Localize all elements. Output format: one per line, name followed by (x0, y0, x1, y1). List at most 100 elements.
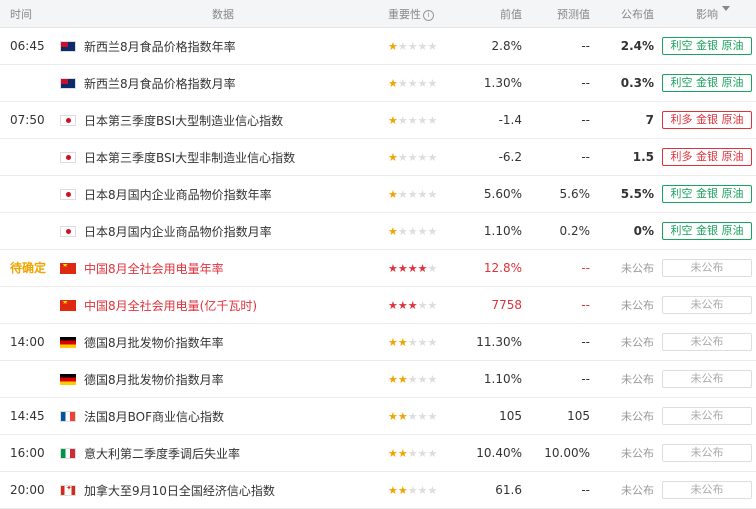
effect-cell: 利多 金银 原油 (654, 111, 756, 129)
indicator-name[interactable]: 日本8月国内企业商品物价指数月率 (84, 223, 272, 240)
actual-value: 0% (633, 224, 654, 238)
data-cell[interactable]: 加拿大至9月10日全国经济信心指数 (58, 482, 388, 499)
table-row[interactable]: 日本8月国内企业商品物价指数年率 ★★★★★ 5.60% 5.6% 5.5% 利空 金银 … (0, 176, 756, 213)
data-cell[interactable]: 意大利第二季度季调后失业率 (58, 445, 388, 462)
importance-stars-icon: ★★★★★ (388, 299, 438, 312)
forecast-value: -- (581, 150, 590, 164)
effect-badge: 未公布 (662, 481, 752, 499)
flag-de-icon (60, 373, 76, 385)
time-label: 16:00 (10, 445, 45, 460)
data-cell[interactable]: 中国8月全社会用电量年率 (58, 260, 388, 277)
importance-cell: ★★★★★ (388, 187, 458, 201)
table-row[interactable]: 德国8月批发物价指数月率 ★★★★★ 1.10% -- 未公布 未公布 (0, 361, 756, 398)
indicator-name[interactable]: 日本第三季度BSI大型制造业信心指数 (84, 112, 283, 129)
data-cell[interactable]: 日本第三季度BSI大型非制造业信心指数 (58, 149, 388, 166)
effect-cell: 未公布 (654, 481, 756, 499)
indicator-name[interactable]: 德国8月批发物价指数年率 (84, 334, 224, 351)
header-data: 数据 (58, 6, 388, 22)
flag-cn-icon (60, 262, 76, 274)
effect-cell: 未公布 (654, 444, 756, 462)
forecast-value: -- (581, 113, 590, 127)
effect-cell: 未公布 (654, 370, 756, 388)
effect-cell: 利空 金银 原油 (654, 74, 756, 92)
flag-ca-icon (60, 484, 76, 496)
table-row[interactable]: 14:00 德国8月批发物价指数年率 ★★★★★ 11.30% -- 未公布 未公布 (0, 324, 756, 361)
header-effect-label: 影响 (696, 7, 718, 21)
table-row[interactable]: 日本8月国内企业商品物价指数月率 ★★★★★ 1.10% 0.2% 0% 利空 金银 原油 (0, 213, 756, 250)
importance-stars-icon: ★★★★★ (388, 114, 438, 127)
table-row[interactable]: 06:45 新西兰8月食品价格指数年率 ★★★★★ 2.8% -- 2.4% 利空 金银 原… (0, 28, 756, 65)
prev-value: 1.30% (483, 76, 522, 90)
prev-value: 11.30% (476, 335, 522, 349)
importance-stars-icon: ★★★★★ (388, 373, 438, 386)
importance-stars-icon: ★★★★★ (388, 151, 438, 164)
data-cell[interactable]: 新西兰8月食品价格指数月率 (58, 75, 388, 92)
effect-cell: 未公布 (654, 296, 756, 314)
importance-stars-icon: ★★★★★ (388, 40, 438, 53)
effect-cell: 利多 金银 原油 (654, 148, 756, 166)
prev-value: 7758 (491, 298, 522, 312)
indicator-name[interactable]: 新西兰8月食品价格指数月率 (84, 75, 236, 92)
header-effect[interactable]: 影响 (654, 5, 756, 22)
table-row[interactable]: 中国8月全社会用电量(亿千瓦时) ★★★★★ 7758 -- 未公布未公布 (0, 287, 756, 324)
data-cell[interactable]: 日本8月国内企业商品物价指数月率 (58, 223, 388, 240)
forecast-value: -- (581, 335, 590, 349)
data-cell[interactable]: 法国8月BOF商业信心指数 (58, 408, 388, 425)
data-cell[interactable]: 日本8月国内企业商品物价指数年率 (58, 186, 388, 203)
time-label: 14:00 (10, 334, 45, 349)
time-label: 20:00 (10, 482, 45, 497)
actual-value: 1.5 (632, 150, 654, 164)
indicator-name[interactable]: 意大利第二季度季调后失业率 (84, 445, 240, 462)
time-cell: 20:00 (0, 472, 58, 509)
time-cell: 06:45 (0, 28, 58, 65)
importance-cell: ★★★★★ (388, 224, 458, 238)
data-cell[interactable]: 德国8月批发物价指数年率 (58, 334, 388, 351)
effect-cell: 利空 金银 原油 (654, 185, 756, 203)
indicator-name[interactable]: 日本8月国内企业商品物价指数年率 (84, 186, 272, 203)
indicator-name[interactable]: 新西兰8月食品价格指数年率 (84, 38, 236, 55)
actual-value: 5.5% (620, 187, 654, 201)
indicator-name[interactable]: 德国8月批发物价指数月率 (84, 371, 224, 388)
actual-value: 未公布 (621, 336, 654, 349)
importance-cell: ★★★★★ (388, 483, 458, 497)
table-row[interactable]: 待确定 中国8月全社会用电量年率 ★★★★★ 12.8% -- 未公布未公布 (0, 250, 756, 287)
table-row[interactable]: 16:00 意大利第二季度季调后失业率 ★★★★★ 10.40% 10.00% 未公布 未公… (0, 435, 756, 472)
importance-stars-icon: ★★★★★ (388, 225, 438, 238)
prev-value: 1.10% (483, 224, 522, 238)
effect-badge: 利多 金银 原油 (662, 111, 752, 129)
actual-value: 未公布 (621, 299, 654, 312)
importance-cell: ★★★★★ (388, 113, 458, 127)
header-data-label: 数据 (212, 7, 234, 21)
forecast-value: 5.6% (559, 187, 591, 201)
indicator-name[interactable]: 加拿大至9月10日全国经济信心指数 (84, 482, 275, 499)
importance-cell: ★★★★★ (388, 76, 458, 90)
table-row[interactable]: 20:00 加拿大至9月10日全国经济信心指数 ★★★★★ 61.6 -- 未公布未公布 (0, 472, 756, 509)
importance-cell: ★★★★★ (388, 446, 458, 460)
effect-badge: 未公布 (662, 259, 752, 277)
table-row[interactable]: 新西兰8月食品价格指数月率 ★★★★★ 1.30% -- 0.3% 利空 金银 原油 (0, 65, 756, 102)
time-cell: 16:00 (0, 435, 58, 472)
table-row[interactable]: 14:45 法国8月BOF商业信心指数 ★★★★★ 105 105 未公布 未公布 (0, 398, 756, 435)
actual-value: 未公布 (621, 373, 654, 386)
table-row[interactable]: 07:50 日本第三季度BSI大型制造业信心指数 ★★★★★ -1.4 -- 7 利多 金银… (0, 102, 756, 139)
indicator-name[interactable]: 日本第三季度BSI大型非制造业信心指数 (84, 149, 295, 166)
header-forecast: 预测值 (557, 7, 590, 21)
importance-cell: ★★★★★ (388, 261, 458, 275)
forecast-value: 105 (567, 409, 590, 423)
flag-nz-icon (60, 77, 76, 89)
indicator-name[interactable]: 法国8月BOF商业信心指数 (84, 408, 224, 425)
table-row[interactable]: 日本第三季度BSI大型非制造业信心指数 ★★★★★ -6.2 -- 1.5 利多 金银 原… (0, 139, 756, 176)
data-cell[interactable]: 德国8月批发物价指数月率 (58, 371, 388, 388)
table-header: 时间 数据 重要性 i 前值 预测值 公布值 影响 (0, 0, 756, 28)
data-cell[interactable]: 中国8月全社会用电量(亿千瓦时) (58, 297, 388, 314)
importance-cell: ★★★★★ (388, 150, 458, 164)
indicator-name[interactable]: 中国8月全社会用电量(亿千瓦时) (84, 297, 257, 314)
flag-jp-icon (60, 225, 76, 237)
data-cell[interactable]: 新西兰8月食品价格指数年率 (58, 38, 388, 55)
actual-value: 未公布 (621, 262, 654, 275)
data-cell[interactable]: 日本第三季度BSI大型制造业信心指数 (58, 112, 388, 129)
info-icon[interactable]: i (423, 9, 434, 21)
indicator-name[interactable]: 中国8月全社会用电量年率 (84, 260, 224, 277)
effect-badge: 利空 金银 原油 (662, 222, 752, 240)
caret-down-icon[interactable] (722, 5, 730, 11)
